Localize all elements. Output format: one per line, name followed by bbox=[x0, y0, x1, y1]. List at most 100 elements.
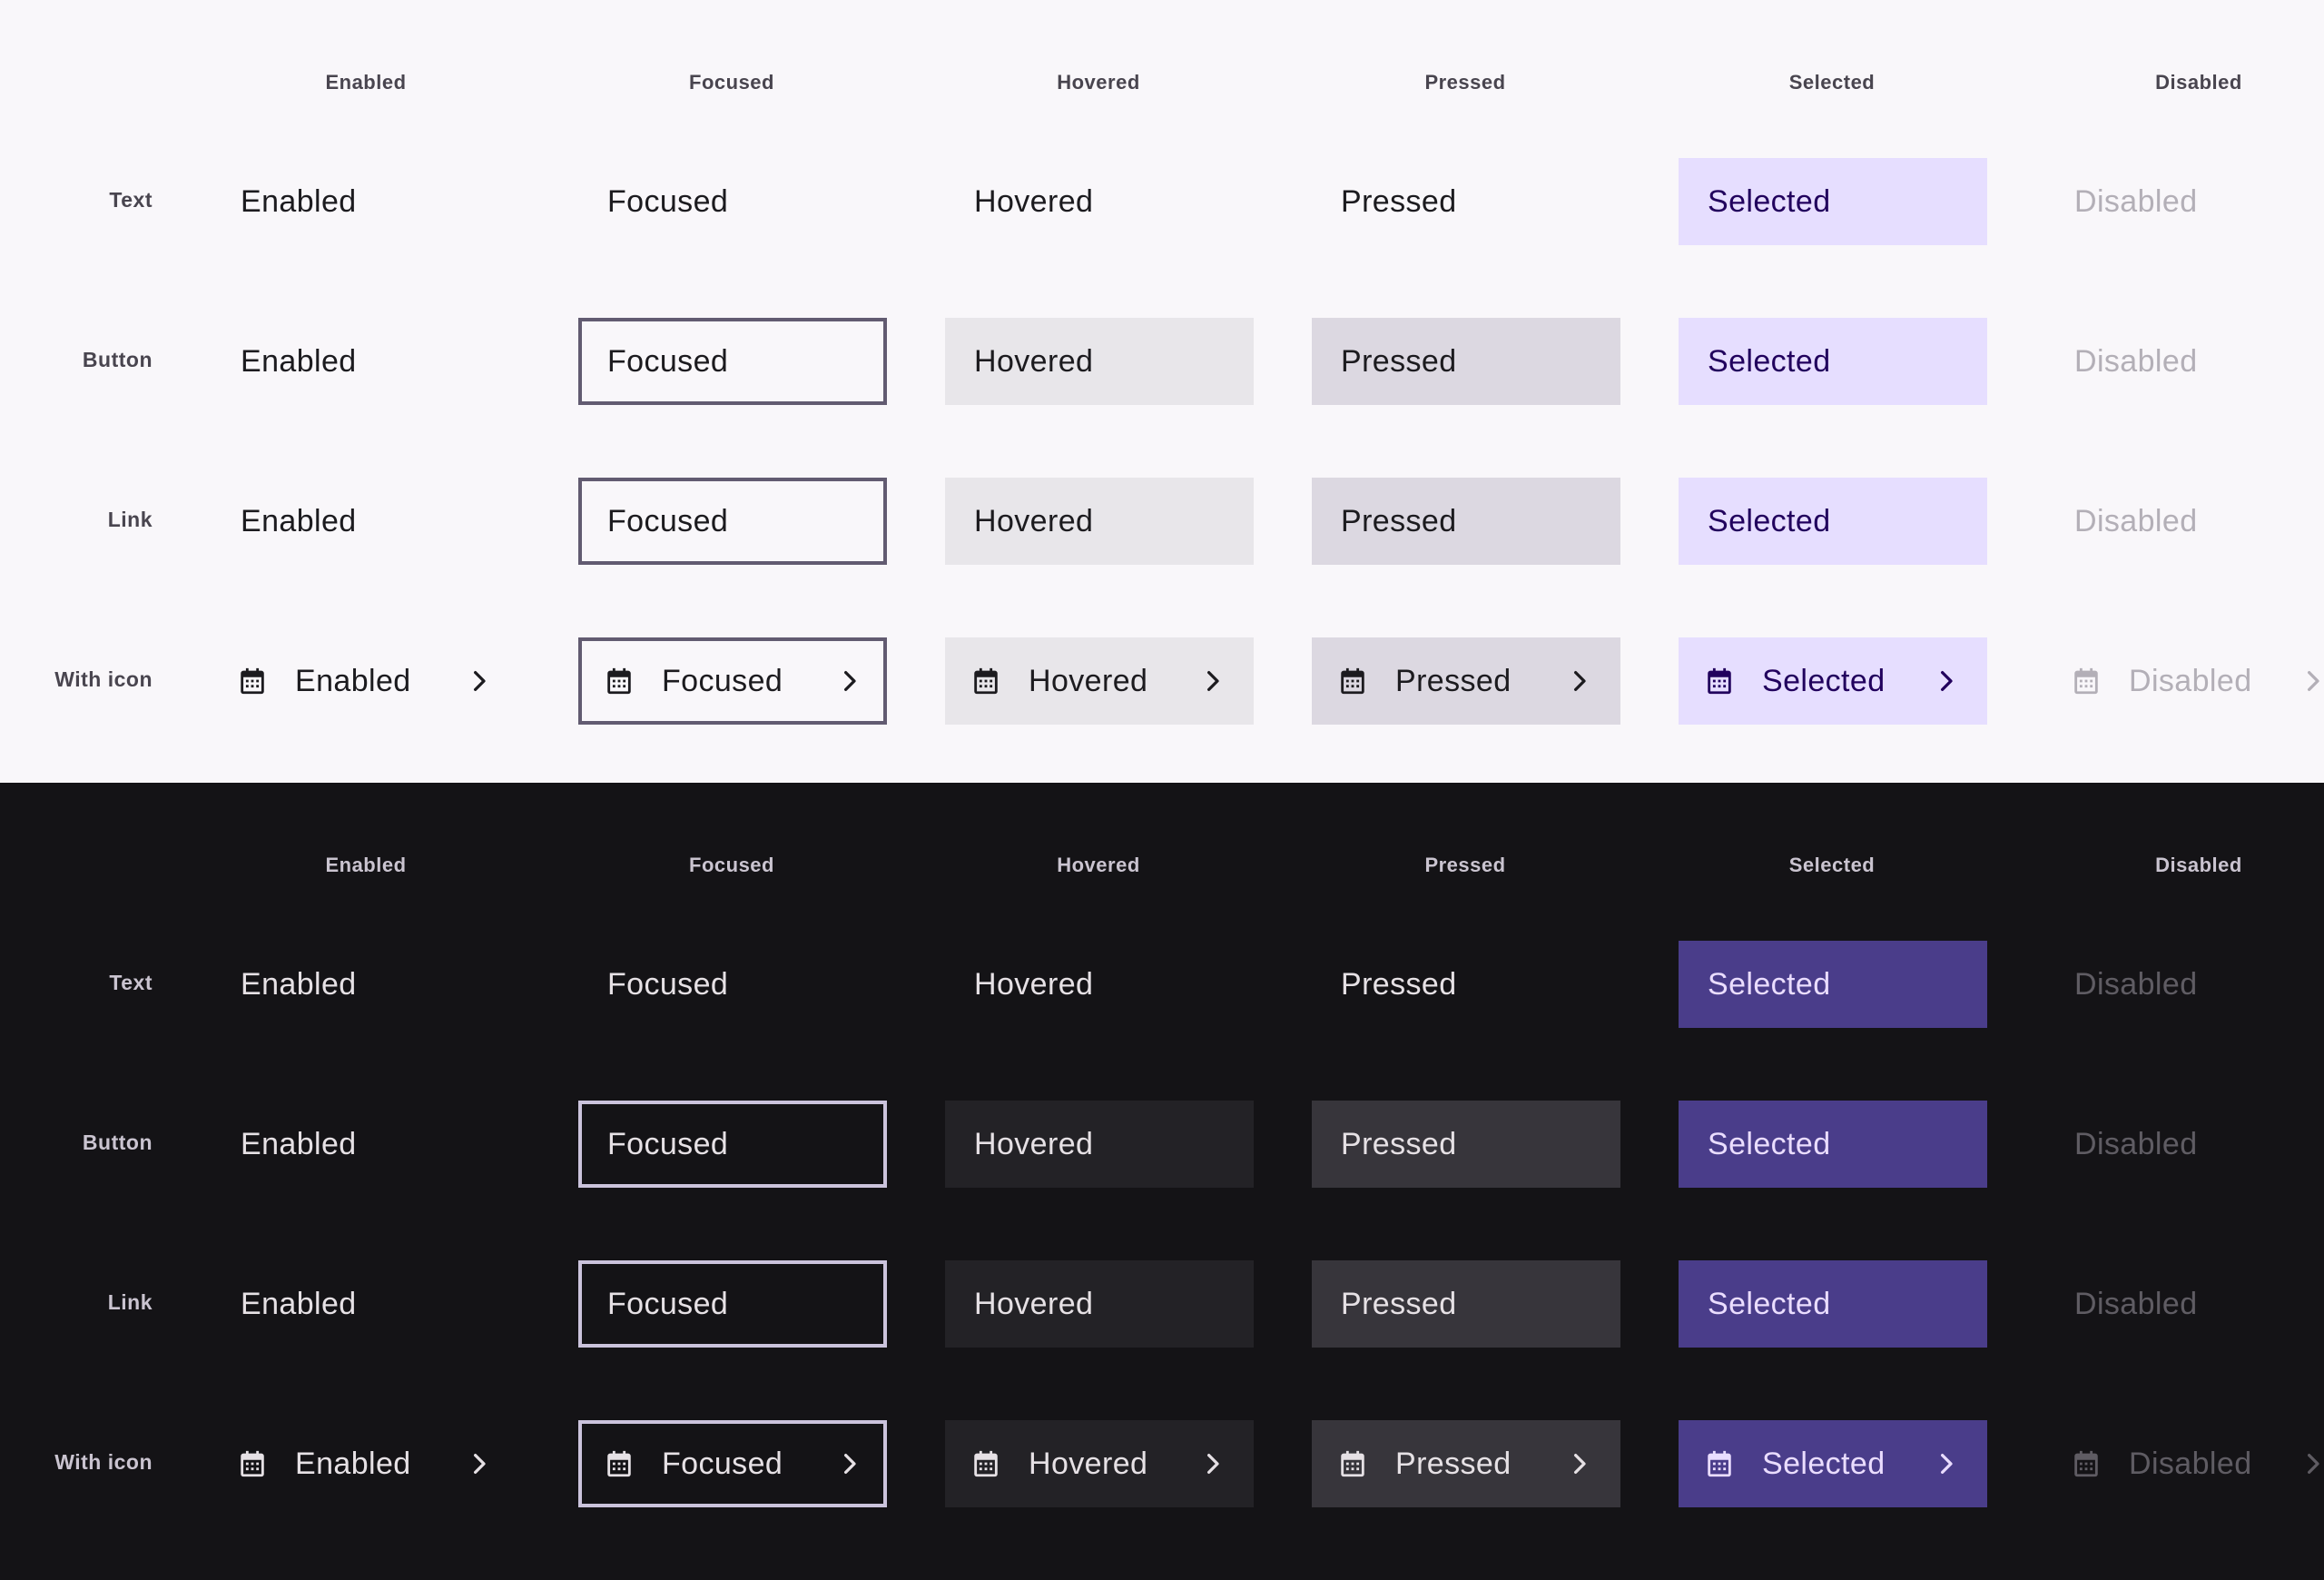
button-focused-item[interactable]: Focused bbox=[578, 318, 887, 405]
link-pressed-item[interactable]: Pressed bbox=[1312, 478, 1620, 565]
calendar-icon bbox=[1704, 665, 1735, 697]
text-pressed-item[interactable]: Pressed bbox=[1312, 158, 1620, 245]
column-header-pressed: Pressed bbox=[1424, 854, 1506, 876]
column-header-focused: Focused bbox=[689, 71, 774, 94]
calendar-icon bbox=[237, 665, 268, 697]
link-selected-item[interactable]: Selected bbox=[1679, 478, 1987, 565]
with-icon-hovered-item[interactable]: Hovered bbox=[945, 1420, 1254, 1507]
item-label: Selected bbox=[1708, 966, 1831, 1002]
item-label: Pressed bbox=[1341, 1286, 1457, 1321]
button-selected-item[interactable]: Selected bbox=[1679, 1101, 1987, 1188]
item-label: Disabled bbox=[2129, 1446, 2252, 1481]
light-theme-panel: Enabled Focused Hovered Pressed Selected Disa… bbox=[0, 0, 2324, 783]
chevron-right-icon bbox=[1199, 1447, 1226, 1480]
dark-theme-panel: Enabled Focused Hovered Pressed Selected Disa… bbox=[0, 783, 2324, 1580]
text-focused-item[interactable]: Focused bbox=[578, 941, 887, 1028]
button-pressed-item[interactable]: Pressed bbox=[1312, 1101, 1620, 1188]
item-label: Disabled bbox=[2074, 1286, 2198, 1321]
with-icon-pressed-item[interactable]: Pressed bbox=[1312, 637, 1620, 725]
link-enabled-item[interactable]: Enabled bbox=[212, 478, 520, 565]
text-pressed-item[interactable]: Pressed bbox=[1312, 941, 1620, 1028]
button-enabled-item[interactable]: Enabled bbox=[212, 318, 520, 405]
item-label: Pressed bbox=[1341, 966, 1457, 1002]
item-label: Selected bbox=[1708, 1286, 1831, 1321]
calendar-icon bbox=[2071, 1447, 2102, 1480]
row-label-button: Button bbox=[82, 348, 153, 371]
link-pressed-item[interactable]: Pressed bbox=[1312, 1260, 1620, 1348]
button-enabled-item[interactable]: Enabled bbox=[212, 1101, 520, 1188]
with-icon-enabled-item[interactable]: Enabled bbox=[212, 637, 520, 725]
item-label: Enabled bbox=[241, 183, 357, 219]
row-label-button: Button bbox=[82, 1131, 153, 1154]
button-hovered-item[interactable]: Hovered bbox=[945, 318, 1254, 405]
row-label-link: Link bbox=[107, 1290, 153, 1314]
calendar-icon bbox=[2071, 665, 2102, 697]
item-label: Pressed bbox=[1341, 343, 1457, 379]
chevron-right-icon bbox=[1933, 665, 1960, 697]
item-label: Focused bbox=[607, 966, 729, 1002]
with-icon-focused-item[interactable]: Focused bbox=[578, 1420, 887, 1507]
item-label: Focused bbox=[662, 1446, 783, 1481]
column-header-selected: Selected bbox=[1788, 854, 1876, 876]
row-label-with-icon: With icon bbox=[54, 1450, 153, 1474]
button-disabled-item: Disabled bbox=[2045, 318, 2324, 405]
row-label-text: Text bbox=[109, 971, 153, 994]
item-label: Selected bbox=[1762, 1446, 1886, 1481]
link-hovered-item[interactable]: Hovered bbox=[945, 478, 1254, 565]
chevron-right-icon bbox=[1566, 1447, 1593, 1480]
with-icon-enabled-item[interactable]: Enabled bbox=[212, 1420, 520, 1507]
item-label: Focused bbox=[662, 663, 783, 698]
text-enabled-item[interactable]: Enabled bbox=[212, 158, 520, 245]
item-label: Focused bbox=[607, 343, 729, 379]
link-focused-item[interactable]: Focused bbox=[578, 478, 887, 565]
with-icon-selected-item[interactable]: Selected bbox=[1679, 637, 1987, 725]
text-selected-item[interactable]: Selected bbox=[1679, 941, 1987, 1028]
calendar-icon bbox=[237, 1447, 268, 1480]
link-hovered-item[interactable]: Hovered bbox=[945, 1260, 1254, 1348]
with-icon-selected-item[interactable]: Selected bbox=[1679, 1420, 1987, 1507]
item-label: Pressed bbox=[1341, 503, 1457, 538]
link-selected-item[interactable]: Selected bbox=[1679, 1260, 1987, 1348]
item-label: Focused bbox=[607, 183, 729, 219]
calendar-icon bbox=[1337, 1447, 1368, 1480]
button-selected-item[interactable]: Selected bbox=[1679, 318, 1987, 405]
text-disabled-item: Disabled bbox=[2045, 158, 2324, 245]
text-enabled-item[interactable]: Enabled bbox=[212, 941, 520, 1028]
link-enabled-item[interactable]: Enabled bbox=[212, 1260, 520, 1348]
button-pressed-item[interactable]: Pressed bbox=[1312, 318, 1620, 405]
text-focused-item[interactable]: Focused bbox=[578, 158, 887, 245]
column-header-selected: Selected bbox=[1788, 71, 1876, 94]
text-selected-item[interactable]: Selected bbox=[1679, 158, 1987, 245]
with-icon-pressed-item[interactable]: Pressed bbox=[1312, 1420, 1620, 1507]
calendar-icon bbox=[970, 665, 1001, 697]
button-disabled-item: Disabled bbox=[2045, 1101, 2324, 1188]
chevron-right-icon bbox=[836, 1447, 863, 1480]
item-label: Disabled bbox=[2074, 503, 2198, 538]
item-label: Hovered bbox=[1029, 1446, 1148, 1481]
button-focused-item[interactable]: Focused bbox=[578, 1101, 887, 1188]
item-label: Focused bbox=[607, 1126, 729, 1161]
item-label: Disabled bbox=[2074, 183, 2198, 219]
item-label: Focused bbox=[607, 503, 729, 538]
item-label: Hovered bbox=[974, 1286, 1094, 1321]
item-label: Disabled bbox=[2074, 966, 2198, 1002]
item-label: Pressed bbox=[1341, 1126, 1457, 1161]
item-label: Disabled bbox=[2074, 1126, 2198, 1161]
item-label: Enabled bbox=[295, 1446, 411, 1481]
text-hovered-item[interactable]: Hovered bbox=[945, 158, 1254, 245]
button-hovered-item[interactable]: Hovered bbox=[945, 1101, 1254, 1188]
item-label: Enabled bbox=[241, 1126, 357, 1161]
with-icon-hovered-item[interactable]: Hovered bbox=[945, 637, 1254, 725]
text-hovered-item[interactable]: Hovered bbox=[945, 941, 1254, 1028]
row-label-with-icon: With icon bbox=[54, 667, 153, 691]
chevron-right-icon bbox=[466, 1447, 493, 1480]
item-label: Enabled bbox=[241, 343, 357, 379]
row-label-text: Text bbox=[109, 188, 153, 212]
column-header-enabled: Enabled bbox=[325, 71, 407, 94]
column-header-enabled: Enabled bbox=[325, 854, 407, 876]
with-icon-disabled-item: Disabled bbox=[2045, 1420, 2324, 1507]
with-icon-focused-item[interactable]: Focused bbox=[578, 637, 887, 725]
column-header-hovered: Hovered bbox=[1057, 71, 1140, 94]
link-focused-item[interactable]: Focused bbox=[578, 1260, 887, 1348]
chevron-right-icon bbox=[1199, 665, 1226, 697]
